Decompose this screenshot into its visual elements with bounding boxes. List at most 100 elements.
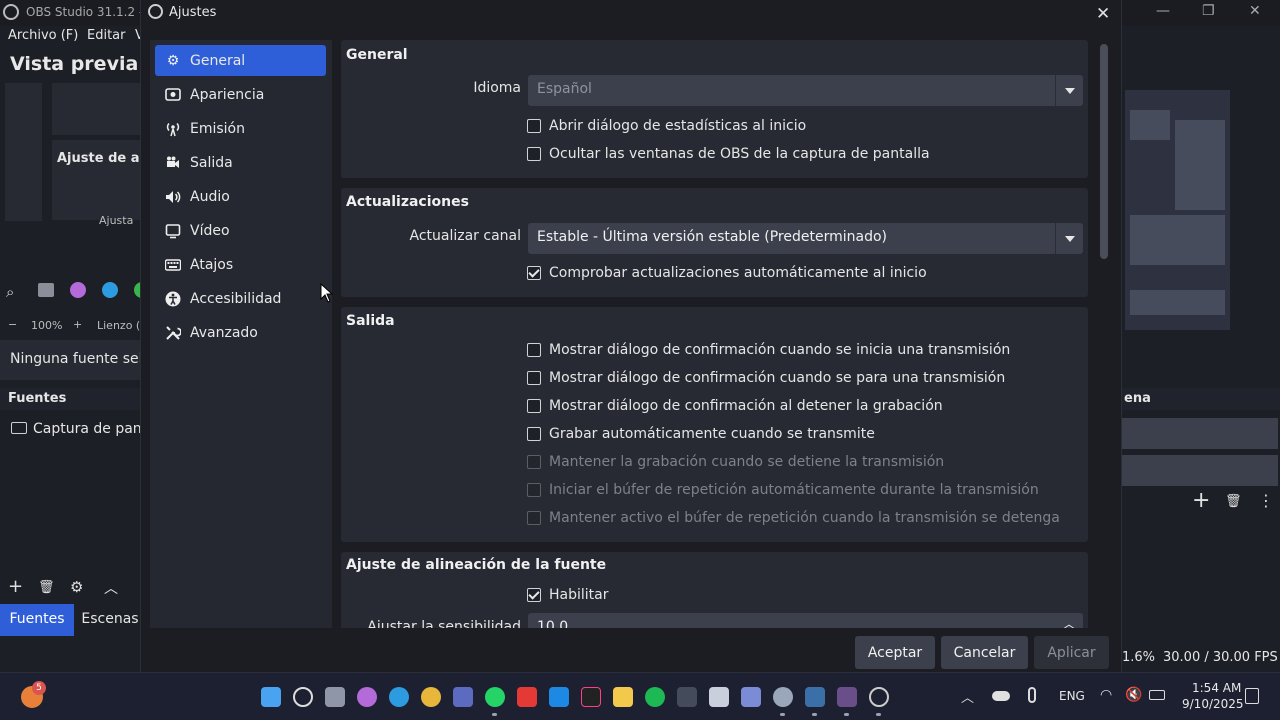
confirm-stop-stream-checkbox[interactable]: Mostrar diálogo de confirmación cuando s… — [527, 368, 1005, 388]
folder-icon[interactable] — [613, 687, 633, 707]
chevron-up-icon[interactable]: ︿ — [1063, 615, 1075, 628]
checkbox-box — [527, 399, 541, 413]
notepad-icon[interactable] — [709, 687, 729, 707]
close-icon[interactable]: ✕ — [1249, 3, 1261, 19]
onedrive-icon[interactable] — [992, 691, 1010, 701]
chevron-up-icon[interactable]: ︿ — [104, 578, 118, 598]
chrome-icon[interactable] — [421, 687, 441, 707]
sidebar-item-audio[interactable]: Audio — [155, 181, 326, 212]
task-view-icon[interactable] — [325, 687, 345, 707]
update-channel-value: Estable - Última versión estable (Predet… — [537, 229, 887, 245]
copilot-icon[interactable] — [357, 687, 377, 707]
minimize-icon[interactable]: — — [1156, 3, 1170, 19]
tab-sources[interactable]: Fuentes — [0, 604, 74, 636]
microphone-icon[interactable] — [1028, 687, 1036, 703]
language-label: Idioma — [473, 80, 521, 96]
menu-editar[interactable]: Editar — [87, 28, 126, 43]
add-icon[interactable]: + — [1192, 488, 1210, 513]
sidebar-item-label: Accesibilidad — [190, 290, 282, 307]
edge-icon[interactable] — [389, 687, 409, 707]
hide-obs-windows-checkbox[interactable]: Ocultar las ventanas de OBS de la captur… — [527, 144, 930, 164]
tiktok-icon[interactable] — [581, 687, 601, 707]
sidebar-item-hotkeys[interactable]: Atajos — [155, 249, 326, 280]
confirm-stop-recording-checkbox[interactable]: Mostrar diálogo de confirmación al deten… — [527, 396, 943, 416]
add-source-icon[interactable]: + — [8, 576, 23, 597]
bg-thumb — [1175, 120, 1225, 210]
gear-icon: ⚙ — [166, 52, 180, 69]
zoom-in-button[interactable]: + — [73, 318, 82, 331]
ok-button[interactable]: Aceptar — [855, 636, 935, 669]
apply-button: Aplicar — [1034, 636, 1109, 669]
volume-muted-icon[interactable]: 🔇 — [1125, 687, 1142, 703]
appearance-icon — [165, 87, 181, 103]
tab-scenes[interactable]: Escenas — [80, 604, 140, 636]
settings-icon[interactable] — [773, 687, 793, 707]
section-title-snapping: Ajuste de alineación de la fuente — [346, 557, 607, 573]
search-icon[interactable] — [293, 687, 313, 707]
obs-icon[interactable] — [869, 687, 889, 707]
sidebar-item-appearance[interactable]: Apariencia — [155, 79, 326, 110]
store-icon[interactable] — [453, 687, 473, 707]
chevron-up-icon[interactable]: ︿ — [961, 687, 974, 706]
app-icon[interactable] — [741, 687, 761, 707]
window-icon[interactable] — [38, 283, 54, 297]
checkbox-box — [527, 588, 541, 602]
gear-icon[interactable]: ⚙ — [70, 578, 83, 596]
more-icon[interactable]: ⋮ — [1258, 491, 1274, 510]
obs-logo-icon — [148, 4, 163, 19]
wifi-icon[interactable]: ◠ — [1100, 687, 1112, 703]
right-spinbox[interactable] — [1122, 455, 1278, 486]
running-indicator — [876, 713, 881, 716]
battery-icon[interactable] — [1149, 690, 1165, 700]
sidebar-item-output[interactable]: Salida — [155, 147, 326, 178]
language-select[interactable]: Español — [528, 75, 1083, 106]
checkbox-box — [527, 343, 541, 357]
trash-icon[interactable]: 🗑 — [1225, 494, 1242, 509]
sidebar-item-video[interactable]: Vídeo — [155, 215, 326, 246]
notifications-icon[interactable] — [1245, 688, 1259, 704]
whatsapp-icon[interactable] — [485, 687, 505, 707]
confirm-start-stream-checkbox[interactable]: Mostrar diálogo de confirmación cuando s… — [527, 340, 1010, 360]
sidebar-item-label: Audio — [190, 188, 230, 205]
menu-archivo[interactable]: Archivo (F) — [8, 28, 78, 43]
checkbox-label: Grabar automáticamente cuando se transmi… — [549, 426, 875, 442]
copilot-icon[interactable] — [70, 282, 86, 298]
dialog-close-button[interactable]: ✕ — [1096, 4, 1110, 24]
sidebar-item-advanced[interactable]: Avanzado — [155, 317, 326, 348]
dialog-title: Ajustes — [169, 5, 217, 20]
settings-content: General Idioma Español Abrir diálogo de … — [338, 40, 1096, 628]
update-channel-select[interactable]: Estable - Última versión estable (Predet… — [528, 223, 1083, 254]
steam-icon[interactable] — [805, 687, 825, 707]
zoom-value: 100% — [31, 319, 63, 332]
sidebar-item-accessibility[interactable]: Accesibilidad — [155, 283, 326, 314]
clock-date[interactable]: 9/10/2025 — [1182, 697, 1244, 711]
edge-icon[interactable] — [102, 282, 118, 298]
zoom-out-button[interactable]: − — [8, 318, 17, 331]
maximize-icon[interactable]: ❐ — [1202, 3, 1215, 19]
windows-start-icon[interactable] — [261, 687, 281, 707]
settings-scrollbar[interactable] — [1100, 44, 1108, 259]
youtube-icon[interactable] — [517, 687, 537, 707]
right-select[interactable] — [1122, 418, 1278, 449]
spotify-icon[interactable] — [645, 687, 665, 707]
auto-record-checkbox[interactable]: Grabar automáticamente cuando se transmi… — [527, 424, 875, 444]
clock-time[interactable]: 1:54 AM — [1192, 681, 1241, 695]
app-icon[interactable] — [677, 687, 697, 707]
sidebar-item-general[interactable]: ⚙ General — [155, 45, 326, 76]
auto-update-checkbox[interactable]: Comprobar actualizaciones automáticament… — [527, 263, 927, 283]
checkbox-box — [527, 266, 541, 280]
app-icon[interactable] — [549, 687, 569, 707]
sidebar-item-label: Salida — [190, 154, 233, 171]
language-value: Español — [537, 81, 592, 97]
search-icon[interactable]: ⌕ — [6, 283, 14, 301]
snap-sensitivity-spinbox[interactable]: 10.0 ︿ — [528, 613, 1083, 628]
trash-icon[interactable]: 🗑 — [38, 580, 55, 595]
snapping-enable-checkbox[interactable]: Habilitar — [527, 585, 609, 605]
update-channel-label: Actualizar canal — [409, 228, 521, 244]
stats-on-start-checkbox[interactable]: Abrir diálogo de estadísticas al inicio — [527, 116, 806, 136]
app-icon[interactable] — [837, 687, 857, 707]
language-indicator[interactable]: ENG — [1059, 689, 1085, 703]
sidebar-item-stream[interactable]: Emisión — [155, 113, 326, 144]
section-title-general: General — [346, 47, 408, 63]
cancel-button[interactable]: Cancelar — [941, 636, 1028, 669]
